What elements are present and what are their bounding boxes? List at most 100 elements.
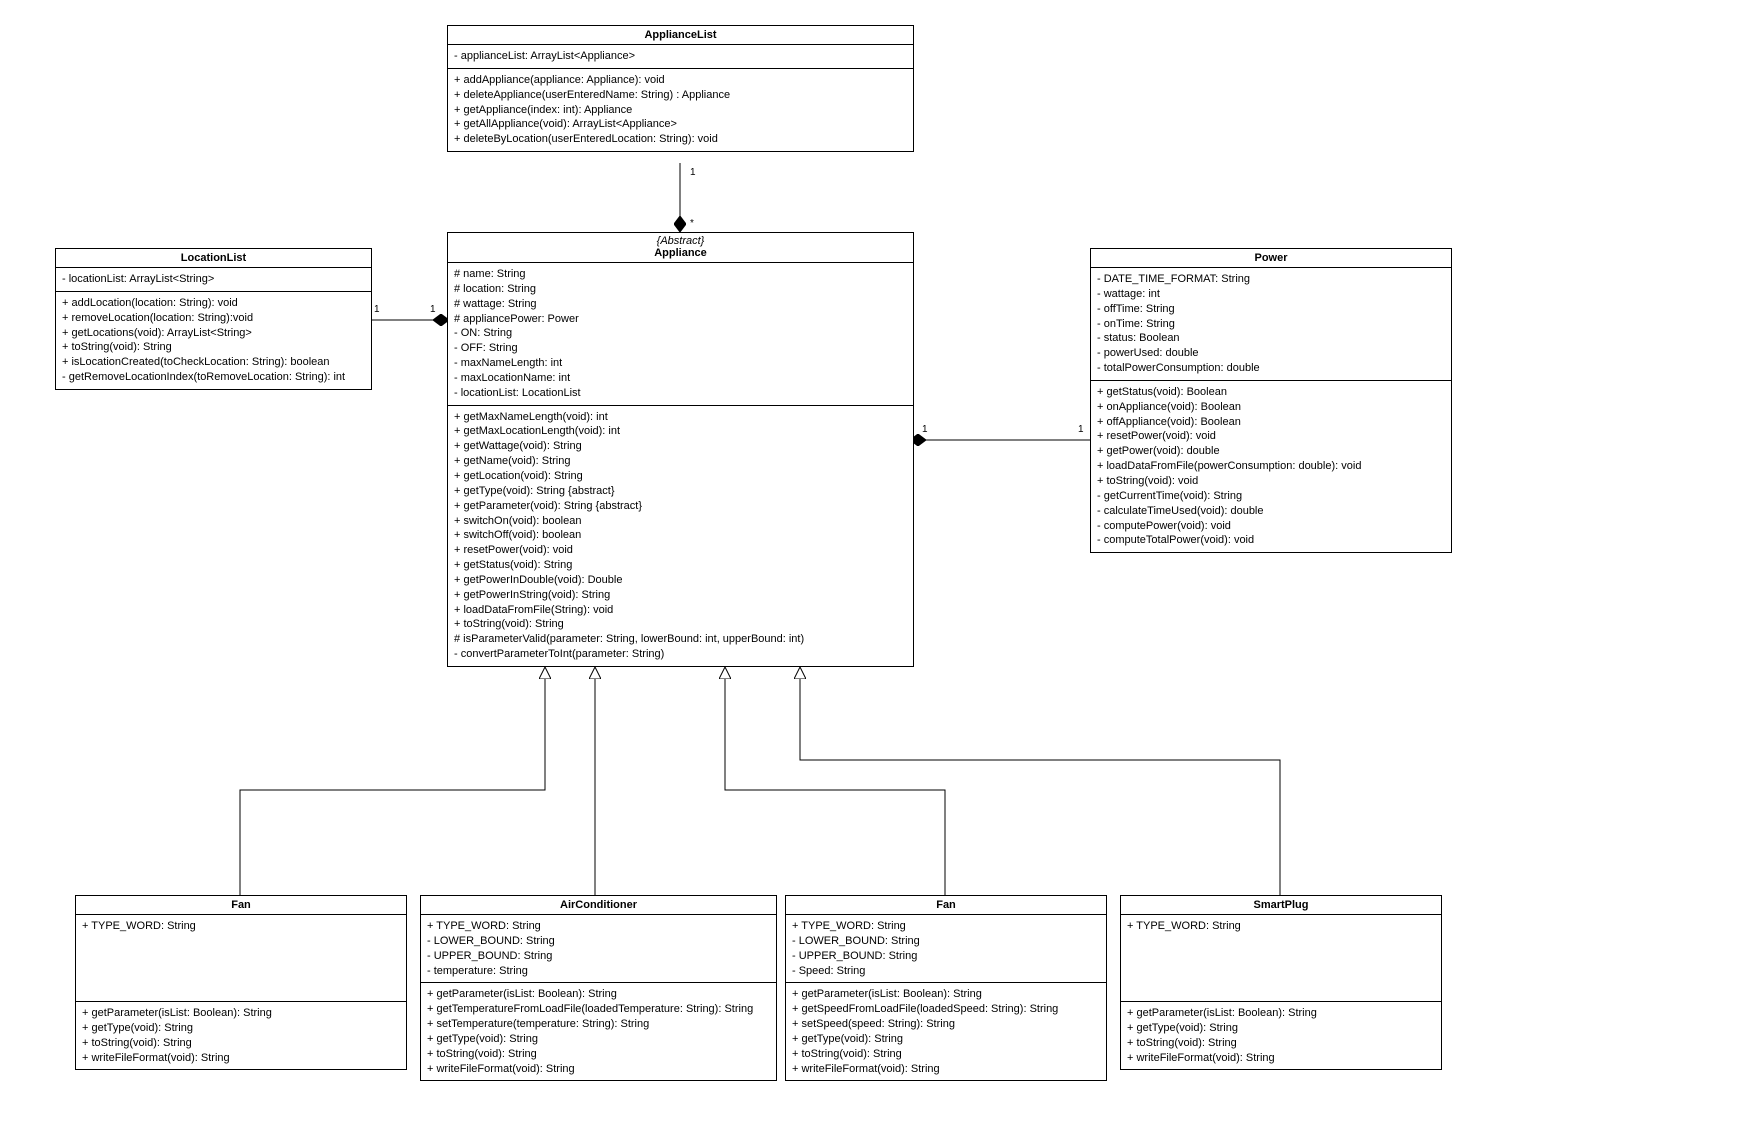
class-fan1: Fan + TYPE_WORD: String + getParameter(i… — [75, 895, 407, 1070]
class-power: Power - DATE_TIME_FORMAT: String - watta… — [1090, 248, 1452, 553]
op-row: + getTemperatureFromLoadFile(loadedTempe… — [427, 1002, 770, 1017]
op-row: + getLocations(void): ArrayList<String> — [62, 326, 365, 341]
class-fan2-title: Fan — [786, 896, 1106, 915]
op-row: + toString(void): String — [62, 340, 365, 355]
attr-row: - status: Boolean — [1097, 331, 1445, 346]
op-row: + getType(void): String — [82, 1021, 400, 1036]
op-row: + getMaxLocationLength(void): int — [454, 424, 907, 439]
op-row: + isLocationCreated(toCheckLocation: Str… — [62, 355, 365, 370]
attr-row: - locationList: ArrayList<String> — [62, 272, 365, 287]
op-row: + getWattage(void): String — [454, 439, 907, 454]
attr-row: - applianceList: ArrayList<Appliance> — [454, 49, 907, 64]
uml-diagram-canvas: 1 * 1 1 1 1 ApplianceList - applianceLis… — [0, 0, 1741, 1142]
attr-row: + TYPE_WORD: String — [792, 919, 1100, 934]
attr-row: - Speed: String — [792, 964, 1100, 979]
attr-row: # location: String — [454, 282, 907, 297]
op-row: + toString(void): String — [1127, 1036, 1435, 1051]
class-airconditioner: AirConditioner + TYPE_WORD: String - LOW… — [420, 895, 777, 1081]
op-row: + toString(void): String — [427, 1047, 770, 1062]
op-row: + getStatus(void): Boolean — [1097, 385, 1445, 400]
op-row: + switchOff(void): boolean — [454, 528, 907, 543]
op-row: - computePower(void): void — [1097, 519, 1445, 534]
op-row: + deleteByLocation(userEnteredLocation: … — [454, 132, 907, 147]
attr-row: - LOWER_BOUND: String — [792, 934, 1100, 949]
class-airconditioner-title: AirConditioner — [421, 896, 776, 915]
attr-row: - locationList: LocationList — [454, 386, 907, 401]
attr-row: # name: String — [454, 267, 907, 282]
class-power-title: Power — [1091, 249, 1451, 268]
class-airconditioner-attrs: + TYPE_WORD: String - LOWER_BOUND: Strin… — [421, 915, 776, 983]
attr-row: - maxLocationName: int — [454, 371, 907, 386]
class-locationlist-ops: + addLocation(location: String): void + … — [56, 292, 371, 389]
op-row: + getLocation(void): String — [454, 469, 907, 484]
op-row: + getMaxNameLength(void): int — [454, 410, 907, 425]
op-row: + setTemperature(temperature: String): S… — [427, 1017, 770, 1032]
op-row: + resetPower(void): void — [454, 543, 907, 558]
op-row: + addLocation(location: String): void — [62, 296, 365, 311]
attr-row: - temperature: String — [427, 964, 770, 979]
class-fan2: Fan + TYPE_WORD: String - LOWER_BOUND: S… — [785, 895, 1107, 1081]
op-row: - convertParameterToInt(parameter: Strin… — [454, 647, 907, 662]
attr-row: - wattage: int — [1097, 287, 1445, 302]
attr-row: + TYPE_WORD: String — [82, 919, 400, 934]
op-row: + loadDataFromFile(String): void — [454, 603, 907, 618]
class-fan1-title: Fan — [76, 896, 406, 915]
op-row: + getSpeedFromLoadFile(loadedSpeed: Stri… — [792, 1002, 1100, 1017]
op-row: + getPower(void): double — [1097, 444, 1445, 459]
class-appliance-stereotype: {Abstract} — [448, 233, 913, 247]
op-row: + getPowerInDouble(void): Double — [454, 573, 907, 588]
mult-power-left: 1 — [1078, 424, 1084, 435]
op-row: + getParameter(isList: Boolean): String — [792, 987, 1100, 1002]
mult-appliance-right: 1 — [922, 424, 928, 435]
class-fan2-attrs: + TYPE_WORD: String - LOWER_BOUND: Strin… — [786, 915, 1106, 983]
attr-row: # wattage: String — [454, 297, 907, 312]
attr-row: - maxNameLength: int — [454, 356, 907, 371]
class-appliancelist-attrs: - applianceList: ArrayList<Appliance> — [448, 45, 913, 69]
class-appliance-attrs: # name: String # location: String # watt… — [448, 263, 913, 406]
class-appliance: {Abstract} Appliance # name: String # lo… — [447, 232, 914, 667]
op-row: + writeFileFormat(void): String — [427, 1062, 770, 1077]
attr-row: - powerUsed: double — [1097, 346, 1445, 361]
op-row: - getCurrentTime(void): String — [1097, 489, 1445, 504]
op-row: + onAppliance(void): Boolean — [1097, 400, 1445, 415]
op-row: + switchOn(void): boolean — [454, 514, 907, 529]
class-appliance-title: Appliance — [448, 247, 913, 262]
attr-row: - LOWER_BOUND: String — [427, 934, 770, 949]
op-row: + resetPower(void): void — [1097, 429, 1445, 444]
class-smartplug-title: SmartPlug — [1121, 896, 1441, 915]
op-row: - getRemoveLocationIndex(toRemoveLocatio… — [62, 370, 365, 385]
class-locationlist-attrs: - locationList: ArrayList<String> — [56, 268, 371, 292]
class-power-ops: + getStatus(void): Boolean + onAppliance… — [1091, 381, 1451, 552]
op-row: + getName(void): String — [454, 454, 907, 469]
mult-locationlist-right: 1 — [374, 304, 380, 315]
class-locationlist-title: LocationList — [56, 249, 371, 268]
op-row: + writeFileFormat(void): String — [82, 1051, 400, 1066]
op-row: + getType(void): String {abstract} — [454, 484, 907, 499]
class-power-attrs: - DATE_TIME_FORMAT: String - wattage: in… — [1091, 268, 1451, 381]
op-row: + getAllAppliance(void): ArrayList<Appli… — [454, 117, 907, 132]
op-row: # isParameterValid(parameter: String, lo… — [454, 632, 907, 647]
class-appliancelist-title: ApplianceList — [448, 26, 913, 45]
op-row: + getType(void): String — [1127, 1021, 1435, 1036]
mult-appliancelist-bottom: 1 — [690, 167, 696, 178]
attr-row: # appliancePower: Power — [454, 312, 907, 327]
op-row: + toString(void): String — [454, 617, 907, 632]
op-row: + getStatus(void): String — [454, 558, 907, 573]
op-row: - computeTotalPower(void): void — [1097, 533, 1445, 548]
op-row: + getParameter(isList: Boolean): String — [82, 1006, 400, 1021]
op-row: + getParameter(void): String {abstract} — [454, 499, 907, 514]
op-row: + writeFileFormat(void): String — [792, 1062, 1100, 1077]
attr-row: - offTime: String — [1097, 302, 1445, 317]
mult-appliance-top: * — [690, 218, 694, 229]
class-locationlist: LocationList - locationList: ArrayList<S… — [55, 248, 372, 390]
op-row: + getType(void): String — [792, 1032, 1100, 1047]
class-smartplug: SmartPlug + TYPE_WORD: String + getParam… — [1120, 895, 1442, 1070]
attr-row: - onTime: String — [1097, 317, 1445, 332]
op-row: + removeLocation(location: String):void — [62, 311, 365, 326]
op-row: + loadDataFromFile(powerConsumption: dou… — [1097, 459, 1445, 474]
op-row: + toString(void): String — [792, 1047, 1100, 1062]
class-appliance-ops: + getMaxNameLength(void): int + getMaxLo… — [448, 406, 913, 666]
op-row: + toString(void): void — [1097, 474, 1445, 489]
attr-row: - OFF: String — [454, 341, 907, 356]
attr-row: + TYPE_WORD: String — [427, 919, 770, 934]
